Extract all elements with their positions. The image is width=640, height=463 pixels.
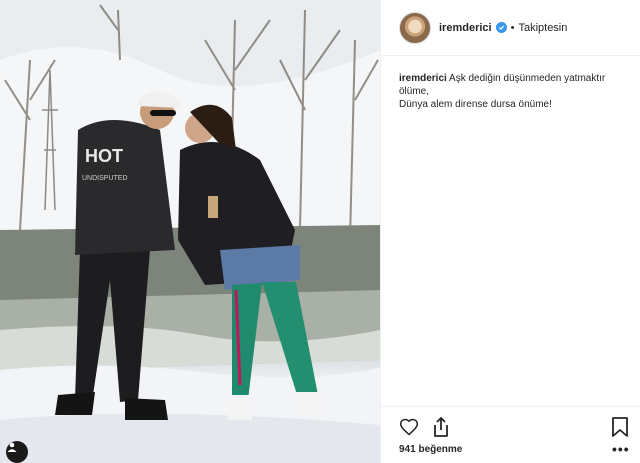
post-photo-illustration: HOT UNDISPUTED: [0, 0, 380, 463]
caption-line2: Dünya alem dirense dursa önüme!: [399, 99, 552, 110]
caption-username-link[interactable]: iremderici: [399, 73, 447, 84]
more-options-icon[interactable]: •••: [612, 442, 630, 456]
jacket-text-line1: HOT: [85, 146, 123, 166]
user-tag-icon[interactable]: [6, 441, 28, 463]
post-header: iremderici • Takiptesin: [381, 0, 640, 56]
jacket-text-line2: UNDISPUTED: [82, 175, 128, 182]
separator-dot: •: [510, 21, 515, 34]
follow-status-button[interactable]: Takiptesin: [518, 22, 567, 34]
avatar[interactable]: [399, 11, 431, 44]
heart-icon[interactable]: [399, 417, 419, 437]
share-icon[interactable]: [431, 416, 451, 437]
post-caption: iremderici Aşk dediğin düşünmeden yatmak…: [399, 72, 631, 111]
person-icon: [7, 442, 17, 452]
post-image[interactable]: HOT UNDISPUTED: [0, 0, 380, 463]
post-sidebar: iremderici • Takiptesin iremderici Aşk d…: [380, 0, 640, 463]
bookmark-icon[interactable]: [611, 416, 629, 438]
action-bar: [381, 406, 640, 446]
username-link[interactable]: iremderici: [439, 22, 492, 34]
verified-badge-icon: [495, 22, 507, 33]
likes-count[interactable]: 941 beğenme: [399, 444, 462, 455]
